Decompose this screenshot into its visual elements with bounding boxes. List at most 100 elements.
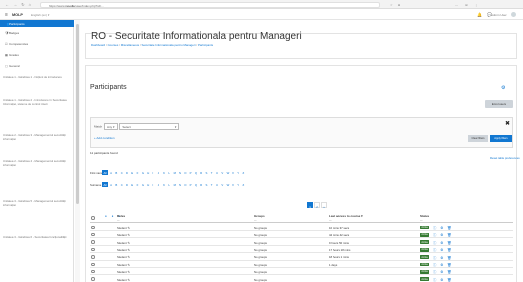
user-menu[interactable]: Admin User <box>491 13 507 17</box>
role-cell[interactable]: Student ✎ <box>117 248 130 252</box>
next-page-button[interactable]: » <box>321 202 327 209</box>
row-checkbox[interactable] <box>91 255 95 259</box>
row-checkbox[interactable] <box>91 232 95 237</box>
column-header-groups[interactable]: Groups <box>254 214 265 218</box>
role-cell[interactable]: Student ✎ <box>117 255 130 259</box>
gear-icon[interactable]: ⚙ <box>501 85 505 91</box>
sidebar-item-general[interactable]: ▢General <box>0 64 74 68</box>
sidebar-item-module-3[interactable]: Unitatea 2 - Gândirea 3 - Managementul s… <box>3 133 67 142</box>
surname-initials-label: Surname <box>90 182 102 187</box>
status-badge: Active <box>420 247 430 252</box>
table-row[interactable]: Student ✎ No groups Active ⓘ ⚙ 🗑 <box>90 268 513 276</box>
browser-extension-icons[interactable]: ☆ ⊕ <box>390 3 402 7</box>
role-cell[interactable]: Student ✎ <box>117 233 130 237</box>
table-row[interactable]: Student ✎ No groups 10 mins 37 secs Active ⓘ… <box>90 224 513 231</box>
breadcrumb-category[interactable]: Miscellaneous <box>121 43 139 47</box>
table-row[interactable]: Student ✎ No groups Active ⓘ ⚙ 🗑 <box>90 276 513 282</box>
surname-initial-z[interactable]: Z <box>243 183 248 187</box>
clear-filters-button[interactable]: Clear filters <box>468 135 488 142</box>
initial-all-button[interactable]: All <box>102 170 109 176</box>
address-bar[interactable]: https://www.moodle/user/index.php?id=… <box>40 1 380 8</box>
role-cell[interactable]: Student ✎ <box>117 241 130 245</box>
status-badge: Active <box>420 269 430 274</box>
edit-icon[interactable]: ✎ <box>127 263 129 267</box>
edit-icon[interactable]: ✎ <box>127 278 129 282</box>
row-action-icons[interactable]: ⓘ ⚙ 🗑 <box>433 232 453 237</box>
breadcrumb-dashboard[interactable]: Dashboard <box>91 43 105 47</box>
browser-menu-icons[interactable]: ⋯ ⊞ ⋮ <box>455 3 481 7</box>
firstname-initial-z[interactable]: Z <box>243 171 248 175</box>
initial-all-button[interactable]: All <box>102 182 109 188</box>
table-row[interactable]: Student ✎ No groups 17 hours 18 mins Active… <box>90 246 513 254</box>
sidebar-item-module-5[interactable]: Unitatea 3 - Gândirea 5 - Managementul s… <box>3 199 67 208</box>
edit-icon[interactable]: ✎ <box>127 270 129 274</box>
row-checkbox[interactable] <box>91 225 95 229</box>
site-brand[interactable]: MOLP <box>12 13 23 17</box>
row-action-icons[interactable]: ⓘ ⚙ 🗑 <box>433 269 453 274</box>
language-menu[interactable]: English (en) ▾ <box>31 13 49 17</box>
row-action-icons[interactable]: ⓘ ⚙ 🗑 <box>433 225 453 230</box>
row-action-icons[interactable]: ⓘ ⚙ 🗑 <box>433 277 453 282</box>
sidebar-item-participants[interactable]: 👥Participants <box>0 20 74 27</box>
sidebar-item-grades[interactable]: ▦Grades <box>0 53 74 57</box>
row-action-icons[interactable]: ⓘ ⚙ 🗑 <box>433 240 453 245</box>
row-checkbox[interactable] <box>91 240 95 244</box>
edit-icon[interactable]: ✎ <box>127 248 129 252</box>
row-action-icons[interactable]: ⓘ ⚙ 🗑 <box>433 247 453 252</box>
hamburger-menu-icon[interactable]: ≡ <box>5 12 8 18</box>
edit-icon[interactable]: ✎ <box>127 226 129 230</box>
edit-icon[interactable]: ✎ <box>127 241 129 245</box>
row-action-icons[interactable]: ⓘ ⚙ 🗑 <box>433 255 453 260</box>
breadcrumb: Dashboard / Courses / Miscellaneous / Se… <box>91 43 214 47</box>
table-header-divider <box>90 222 513 223</box>
add-condition-button[interactable]: + Add condition <box>94 136 115 140</box>
role-cell[interactable]: Student ✎ <box>117 278 130 282</box>
browser-nav-buttons[interactable]: ← → ↻ ⌂ <box>5 2 33 7</box>
row-checkbox[interactable] <box>91 262 95 266</box>
role-text: Student <box>117 277 127 282</box>
role-text: Student <box>117 225 127 230</box>
sidebar-scrollbar-thumb[interactable] <box>76 24 79 204</box>
url-text: https://www.moodle/user/index.php?id=… <box>49 3 105 8</box>
breadcrumb-courses[interactable]: Courses <box>108 43 119 47</box>
row-checkbox[interactable] <box>91 269 95 274</box>
column-header-last-access[interactable]: Last access to course ▾ <box>329 214 363 218</box>
filter-type-select[interactable]: Select ▾ <box>119 123 180 131</box>
column-header-status[interactable]: Status <box>420 214 429 218</box>
last-access-cell: 9 hours 50 mins <box>329 240 349 245</box>
page-2-button[interactable]: 2 <box>314 202 320 209</box>
sidebar-item-module-1[interactable]: Unitatea 1 - Gândirea 1 - Noțiuni de int… <box>3 75 67 80</box>
close-icon[interactable]: ✖ <box>505 120 510 127</box>
breadcrumb-course[interactable]: Securitate Informationala pentru Manager… <box>142 43 196 47</box>
row-checkbox[interactable] <box>91 247 95 252</box>
table-row[interactable]: Student ✎ No groups 44 mins 42 secs Active ⓘ… <box>90 231 513 239</box>
row-checkbox[interactable] <box>91 277 95 281</box>
table-row[interactable]: Student ✎ No groups 9 hours 50 mins Active ⓘ… <box>90 239 513 246</box>
sidebar-item-module-4[interactable]: Unitatea 2 - Gândirea 4 - Managementul s… <box>3 159 67 168</box>
reset-preferences-link[interactable]: Reset table preferences <box>490 156 520 160</box>
table-row[interactable]: Student ✎ No groups 1 days Active ⓘ ⚙ 🗑 <box>90 261 513 268</box>
sidebar-item-module-2[interactable]: Unitatea 1 - Gândirea 2 - Introducere în… <box>3 98 67 107</box>
table-row[interactable]: Student ✎ No groups 18 hours 1 mins Active ⓘ… <box>90 254 513 261</box>
sidebar-item-module-6[interactable]: Unitatea 3 - Gândirea 6 - Securitatea fu… <box>3 235 67 240</box>
pagination: 1 2» <box>307 202 328 209</box>
apply-filters-button[interactable]: Apply filters <box>490 135 512 142</box>
sidebar-item-badges[interactable]: 🛡Badges <box>0 31 74 35</box>
sidebar-item-label: Grades <box>9 53 19 57</box>
avatar[interactable] <box>511 12 516 17</box>
role-cell[interactable]: Student ✎ <box>117 226 130 230</box>
edit-icon[interactable]: ✎ <box>127 255 129 259</box>
column-header-roles[interactable]: Roles <box>117 214 125 218</box>
role-cell[interactable]: Student ✎ <box>117 270 130 274</box>
role-cell[interactable]: Student ✎ <box>117 263 130 267</box>
group-cell: No groups <box>254 270 267 275</box>
select-all-checkbox[interactable] <box>91 216 95 220</box>
edit-icon[interactable]: ✎ <box>127 233 129 237</box>
breadcrumb-participants[interactable]: Participants <box>198 43 213 47</box>
filter-match-select[interactable]: Any ▾ <box>104 123 118 131</box>
site-navbar: ≡ MOLP English (en) ▾ 🔔 💬 Admin User <box>0 9 523 20</box>
sidebar-item-competencies[interactable]: ☑Competencies <box>0 42 74 46</box>
row-action-icons[interactable]: ⓘ ⚙ 🗑 <box>433 262 453 267</box>
page-1-button[interactable]: 1 <box>307 202 313 209</box>
enrol-users-button[interactable]: Enrol users <box>485 100 513 108</box>
